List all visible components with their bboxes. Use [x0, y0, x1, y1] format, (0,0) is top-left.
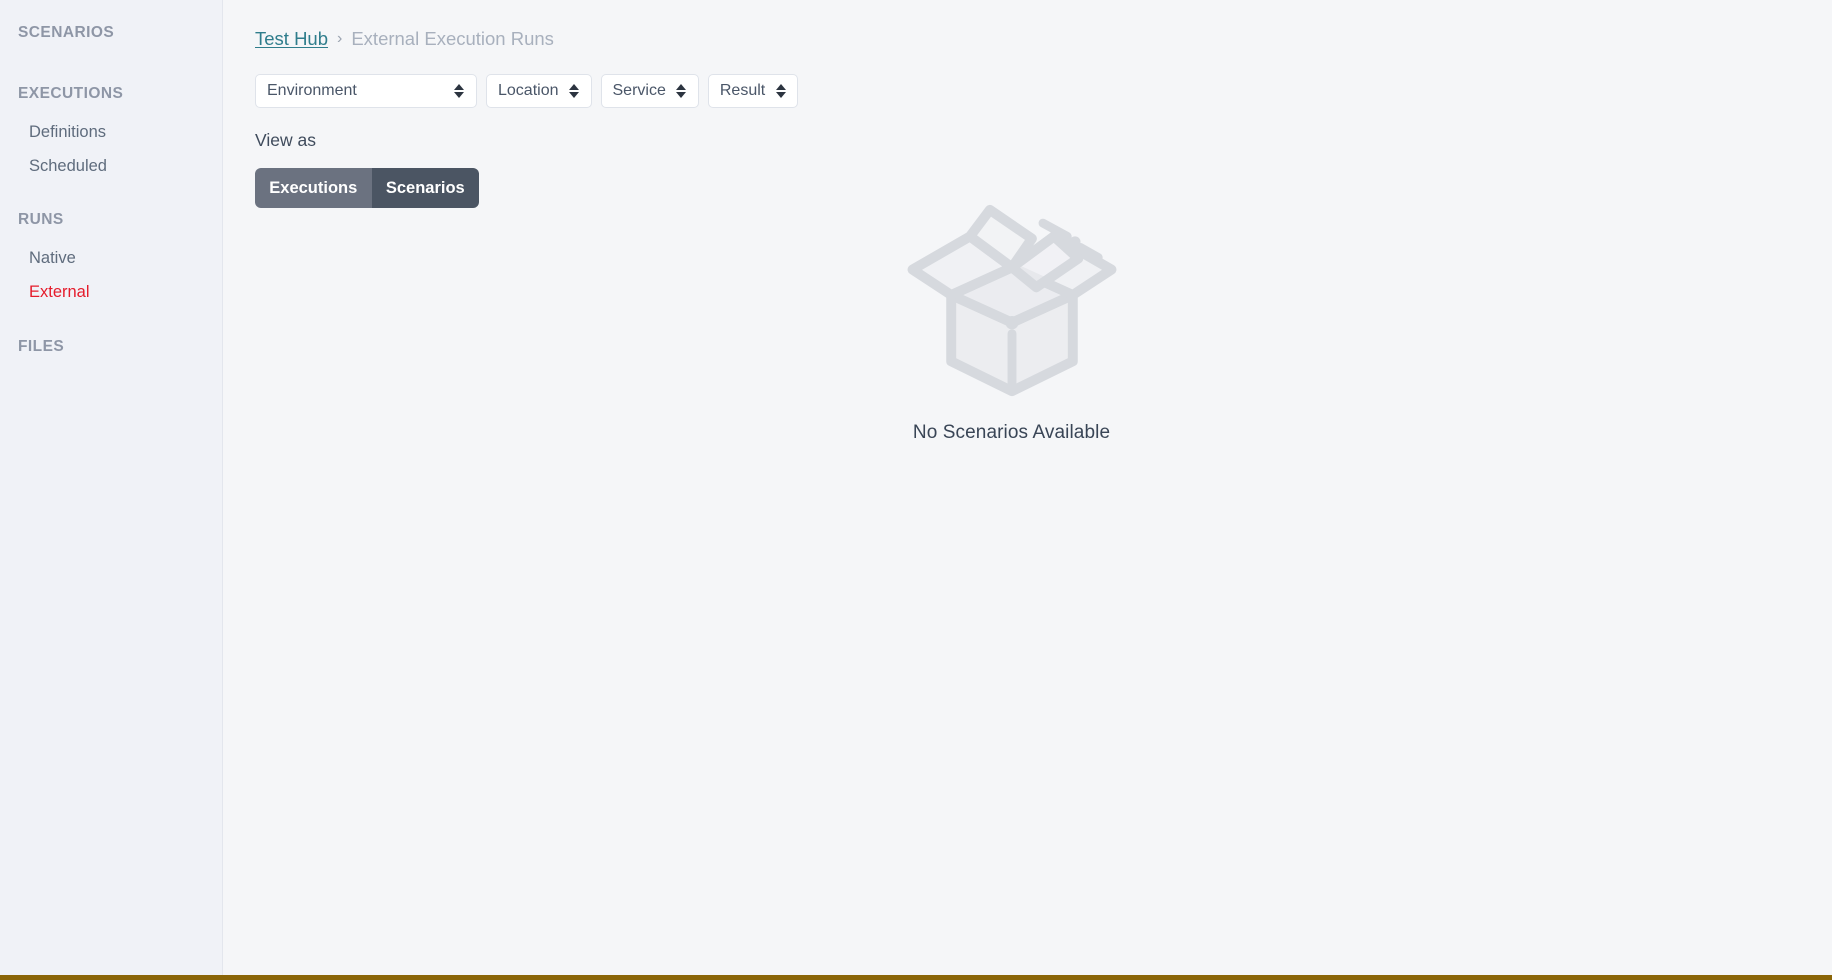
breadcrumb-link-test-hub[interactable]: Test Hub [255, 28, 328, 50]
view-as-label: View as [255, 130, 316, 150]
sidebar-group-executions: EXECUTIONS Definitions Scheduled [0, 83, 222, 183]
empty-box-icon [907, 204, 1116, 397]
sidebar-header-executions: EXECUTIONS [18, 85, 124, 102]
sidebar-item-external[interactable]: External [0, 275, 222, 309]
sidebar-group-scenarios: SCENARIOS [0, 22, 222, 44]
select-arrows-icon [453, 80, 464, 102]
sidebar-header-runs: RUNS [18, 211, 64, 228]
sidebar-group-runs: RUNS Native External [0, 209, 222, 309]
select-arrows-icon [775, 80, 786, 102]
sidebar-header-files: FILES [18, 338, 65, 355]
filter-select-result-label: Result [719, 82, 766, 99]
breadcrumb-current-page: External Execution Runs [351, 28, 554, 49]
filter-select-environment[interactable]: Environment [255, 74, 477, 108]
filter-select-location[interactable]: Location [486, 74, 592, 108]
filter-bar: Environment Location Service Result [255, 74, 1832, 108]
main-content: Test Hub › External Execution Runs Envir… [223, 0, 1832, 975]
sidebar-item-native[interactable]: Native [0, 241, 222, 275]
filter-select-result[interactable]: Result [707, 74, 799, 108]
filter-select-service[interactable]: Service [600, 74, 699, 108]
sidebar-group-files: FILES [0, 336, 222, 358]
filter-select-service-label: Service [612, 82, 666, 99]
chevron-right-icon: › [337, 30, 343, 47]
sparkle-dot-icon [1068, 236, 1081, 248]
breadcrumb: Test Hub › External Execution Runs [255, 26, 1832, 52]
filter-select-location-label: Location [498, 82, 559, 99]
select-arrows-icon [569, 80, 580, 102]
sidebar-item-definitions[interactable]: Definitions [0, 115, 222, 149]
app-window: SCENARIOS EXECUTIONS Definitions Schedul… [0, 0, 1832, 980]
empty-state-message: No Scenarios Available [912, 422, 1111, 443]
sidebar-item-scheduled[interactable]: Scheduled [0, 149, 222, 183]
select-arrows-icon [676, 80, 687, 102]
sidebar-header-scenarios: SCENARIOS [18, 24, 115, 41]
filter-select-environment-label: Environment [267, 82, 357, 99]
sidebar: SCENARIOS EXECUTIONS Definitions Schedul… [0, 0, 223, 975]
empty-state: No Scenarios Available [223, 190, 1832, 444]
